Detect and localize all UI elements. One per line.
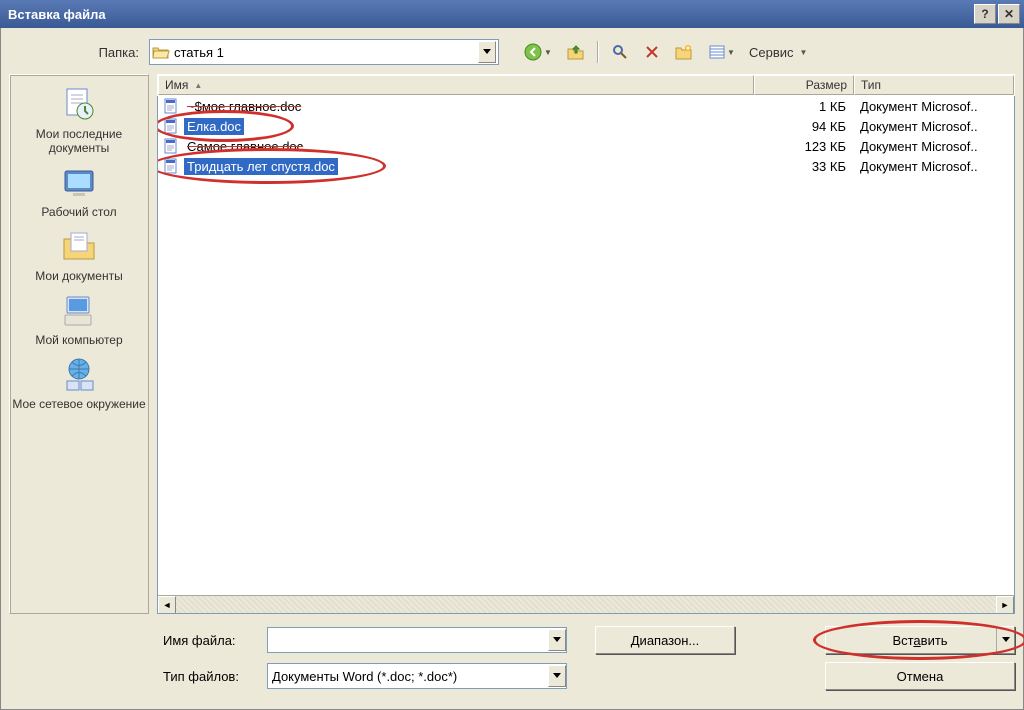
file-size: 1 КБ [754,99,854,114]
place-desktop[interactable]: Рабочий стол [10,159,148,223]
place-network[interactable]: Мое сетевое окружение [10,351,148,415]
file-name: Елка.doc [184,118,244,135]
file-name: ~$мое главное.doc [184,98,304,115]
back-button[interactable]: ▼ [519,39,557,65]
views-button[interactable]: ▼ [703,39,741,65]
scroll-right-button[interactable]: ► [996,596,1014,614]
file-size: 33 КБ [754,159,854,174]
dialog-body: Папка: статья 1 ▼ [0,28,1024,710]
doc-icon [162,98,180,114]
place-recent[interactable]: Мои последние документы [10,81,148,159]
file-list[interactable]: ~$мое главное.doc1 КБДокумент Microsof..… [157,96,1015,614]
delete-button[interactable] [639,39,665,65]
folder-name: статья 1 [174,45,478,60]
toolbar: ▼ ▼ Сервис ▼ [519,39,807,65]
insert-button[interactable]: Вставить [825,626,1015,654]
doc-icon [162,158,180,174]
file-row[interactable]: Самое главное.doc 123 КБДокумент Microsof… [158,136,1014,156]
header-type[interactable]: Тип [854,75,1014,95]
title-bar: Вставка файла ? ✕ [0,0,1024,28]
place-label: Мое сетевое окружение [12,397,145,411]
file-name: Самое главное.doc [184,138,306,155]
insert-dropdown-button[interactable] [996,627,1014,653]
documents-icon [59,227,99,267]
tools-menu[interactable]: Сервис [749,45,794,60]
cancel-button[interactable]: Отмена [825,662,1015,690]
file-size: 94 КБ [754,119,854,134]
window-title: Вставка файла [8,7,106,22]
search-button[interactable] [607,39,633,65]
file-row[interactable]: Елка.doc 94 КБДокумент Microsof.. [158,116,1014,136]
doc-icon [162,118,180,134]
horizontal-scrollbar[interactable]: ◄ ► [158,595,1014,613]
place-documents[interactable]: Мои документы [10,223,148,287]
help-button[interactable]: ? [974,4,996,24]
filename-combo[interactable] [267,627,567,653]
filetype-combo[interactable]: Документы Word (*.doc; *.doc*) [267,663,567,689]
sort-asc-icon: ▲ [194,81,202,90]
file-name: Тридцать лет спустя.doc [184,158,338,175]
header-name[interactable]: Имя▲ [158,75,754,95]
file-row[interactable]: Тридцать лет спустя.doc 33 КБДокумент Mic… [158,156,1014,176]
file-type: Документ Microsof.. [854,119,1014,134]
place-label: Мои последние документы [12,127,146,155]
filetype-label: Тип файлов: [157,669,267,684]
range-button[interactable]: Диапазон... [595,626,735,654]
column-headers: Имя▲ Размер Тип [157,74,1015,96]
file-row[interactable]: ~$мое главное.doc 1 КБДокумент Microsof.. [158,96,1014,116]
folder-combo[interactable]: статья 1 [149,39,499,65]
network-icon [59,355,99,395]
tools-chevron-icon[interactable]: ▼ [800,48,808,57]
file-pane: Имя▲ Размер Тип ~$мое главное.doc1 КБДок… [157,74,1015,614]
folder-label: Папка: [9,45,149,60]
folder-dropdown-button[interactable] [478,41,496,63]
file-size: 123 КБ [754,139,854,154]
place-label: Рабочий стол [41,205,116,219]
scroll-left-button[interactable]: ◄ [158,596,176,614]
scroll-track[interactable] [176,596,996,613]
recent-docs-icon [59,85,99,125]
places-bar: Мои последние документы Рабочий стол Мои… [9,74,149,614]
new-folder-button[interactable] [671,39,697,65]
doc-icon [162,138,180,154]
place-computer[interactable]: Мой компьютер [10,287,148,351]
up-button[interactable] [563,39,589,65]
filename-dropdown-button[interactable] [548,629,566,651]
header-size[interactable]: Размер [754,75,854,95]
folder-open-icon [152,44,170,60]
file-type: Документ Microsof.. [854,99,1014,114]
filename-label: Имя файла: [157,633,267,648]
close-button[interactable]: ✕ [998,4,1020,24]
folder-row: Папка: статья 1 ▼ [9,36,1015,68]
file-type: Документ Microsof.. [854,139,1014,154]
computer-icon [59,291,99,331]
place-label: Мой компьютер [35,333,122,347]
place-label: Мои документы [35,269,122,283]
filetype-dropdown-button[interactable] [548,665,566,687]
filetype-value: Документы Word (*.doc; *.doc*) [268,669,548,684]
file-type: Документ Microsof.. [854,159,1014,174]
bottom-area: Имя файла: Диапазон... Вставить Тип файл… [9,624,1015,692]
desktop-icon [59,163,99,203]
